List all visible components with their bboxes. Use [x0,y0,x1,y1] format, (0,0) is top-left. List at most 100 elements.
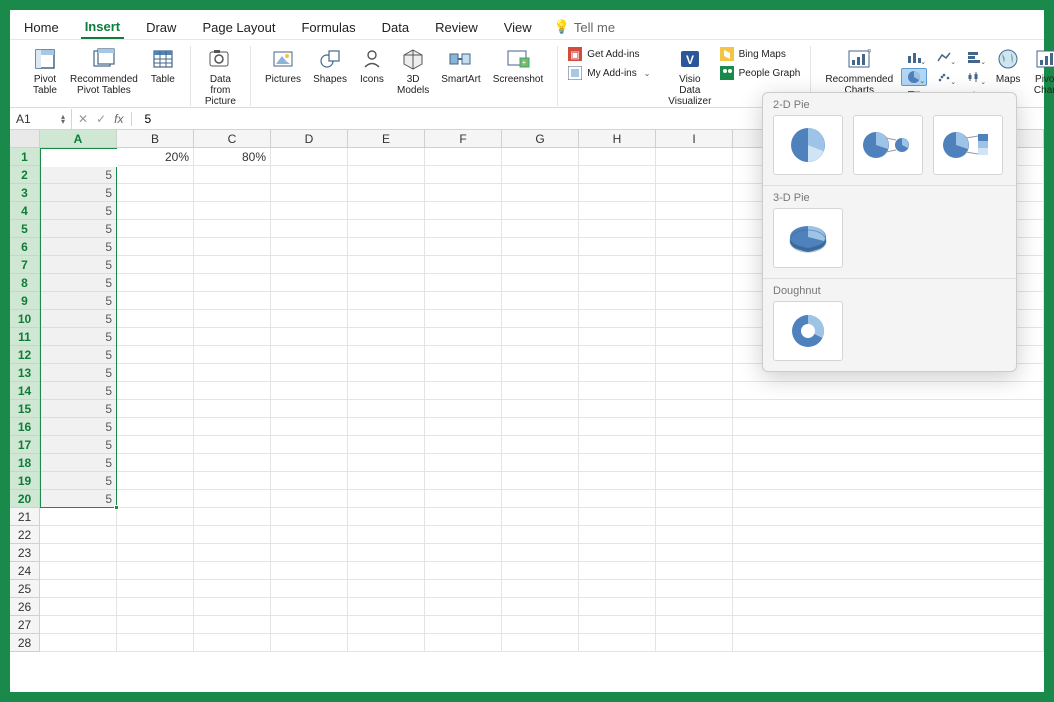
cell[interactable] [579,328,656,346]
cell[interactable] [579,202,656,220]
cell[interactable] [425,526,502,544]
col-header-E[interactable]: E [348,130,425,147]
cell[interactable] [425,616,502,634]
cell[interactable] [194,328,271,346]
cell[interactable] [579,508,656,526]
cell[interactable] [425,580,502,598]
cell[interactable] [348,364,425,382]
cell[interactable] [579,472,656,490]
cell[interactable] [656,256,733,274]
select-all-corner[interactable] [10,130,40,147]
cell[interactable] [733,580,1044,598]
cell[interactable] [579,382,656,400]
cell[interactable] [425,634,502,652]
cell[interactable] [502,310,579,328]
cell[interactable] [502,490,579,508]
cell[interactable] [656,184,733,202]
cell[interactable] [117,508,194,526]
table-button[interactable]: Table [144,46,182,85]
cell[interactable] [348,382,425,400]
cell[interactable] [117,220,194,238]
cell[interactable] [656,436,733,454]
row-header[interactable]: 25 [10,580,40,598]
maps-button[interactable]: Maps [989,46,1027,85]
cell[interactable] [502,562,579,580]
cell[interactable] [348,310,425,328]
cell[interactable]: 5 [40,310,117,328]
row-header[interactable]: 10 [10,310,40,328]
cell[interactable]: 5 [40,472,117,490]
cell[interactable]: 5 [40,400,117,418]
cell[interactable]: 5 [40,382,117,400]
col-header-B[interactable]: B [117,130,194,147]
cell[interactable] [271,454,348,472]
cell[interactable]: 5 [40,238,117,256]
pie-3d-basic[interactable] [773,208,843,268]
cell[interactable] [271,562,348,580]
cell[interactable] [40,580,117,598]
cell[interactable] [502,400,579,418]
row-header[interactable]: 20 [10,490,40,508]
cell[interactable] [733,508,1044,526]
cell[interactable]: 20% [117,148,194,166]
row-header[interactable]: 22 [10,526,40,544]
cell[interactable] [579,238,656,256]
row-header[interactable]: 16 [10,418,40,436]
cell[interactable] [425,562,502,580]
cell[interactable] [194,598,271,616]
cell[interactable] [733,490,1044,508]
cell[interactable] [348,256,425,274]
cell[interactable] [656,328,733,346]
cell[interactable] [348,166,425,184]
cell[interactable] [348,634,425,652]
cell[interactable] [194,292,271,310]
cell[interactable] [271,292,348,310]
cell[interactable] [425,364,502,382]
pie-of-pie[interactable] [853,115,923,175]
cell[interactable] [117,184,194,202]
row-header[interactable]: 9 [10,292,40,310]
cell[interactable] [656,508,733,526]
cell[interactable] [117,526,194,544]
cell[interactable] [656,310,733,328]
cell[interactable] [348,418,425,436]
cell[interactable] [117,310,194,328]
row-header[interactable]: 14 [10,382,40,400]
cell[interactable] [656,148,733,166]
get-addins-button[interactable]: ▣ Get Add-ins [566,46,652,62]
recommended-charts-button[interactable]: ? Recommended Charts [819,46,899,96]
cell[interactable] [194,400,271,418]
cell[interactable] [117,328,194,346]
cell[interactable] [348,400,425,418]
cell[interactable] [117,346,194,364]
cell[interactable] [502,436,579,454]
cell[interactable] [271,310,348,328]
cell[interactable] [656,454,733,472]
cell[interactable]: 5 [40,328,117,346]
cell[interactable] [348,490,425,508]
cell[interactable]: 5 [40,220,117,238]
shapes-button[interactable]: Shapes [307,46,353,85]
row-header[interactable]: 21 [10,508,40,526]
tell-me-search[interactable]: 💡 Tell me [554,19,615,35]
cell[interactable] [117,454,194,472]
cell[interactable]: 5 [40,418,117,436]
cell[interactable] [117,616,194,634]
cell[interactable] [117,418,194,436]
cell[interactable] [579,490,656,508]
cell[interactable] [579,310,656,328]
cell[interactable] [579,346,656,364]
cell[interactable] [194,544,271,562]
line-chart-dropdown[interactable]: ⌄ [931,48,957,66]
cell[interactable]: 5 [40,436,117,454]
doughnut-basic[interactable] [773,301,843,361]
cell[interactable] [425,382,502,400]
cell[interactable] [117,202,194,220]
cell[interactable] [194,382,271,400]
cell[interactable] [579,562,656,580]
cell[interactable] [194,454,271,472]
cancel-icon[interactable]: ✕ [78,112,88,126]
cell[interactable] [271,436,348,454]
bing-maps-button[interactable]: Bing Maps [718,46,803,62]
data-from-picture-button[interactable]: Data from Picture [199,46,242,107]
